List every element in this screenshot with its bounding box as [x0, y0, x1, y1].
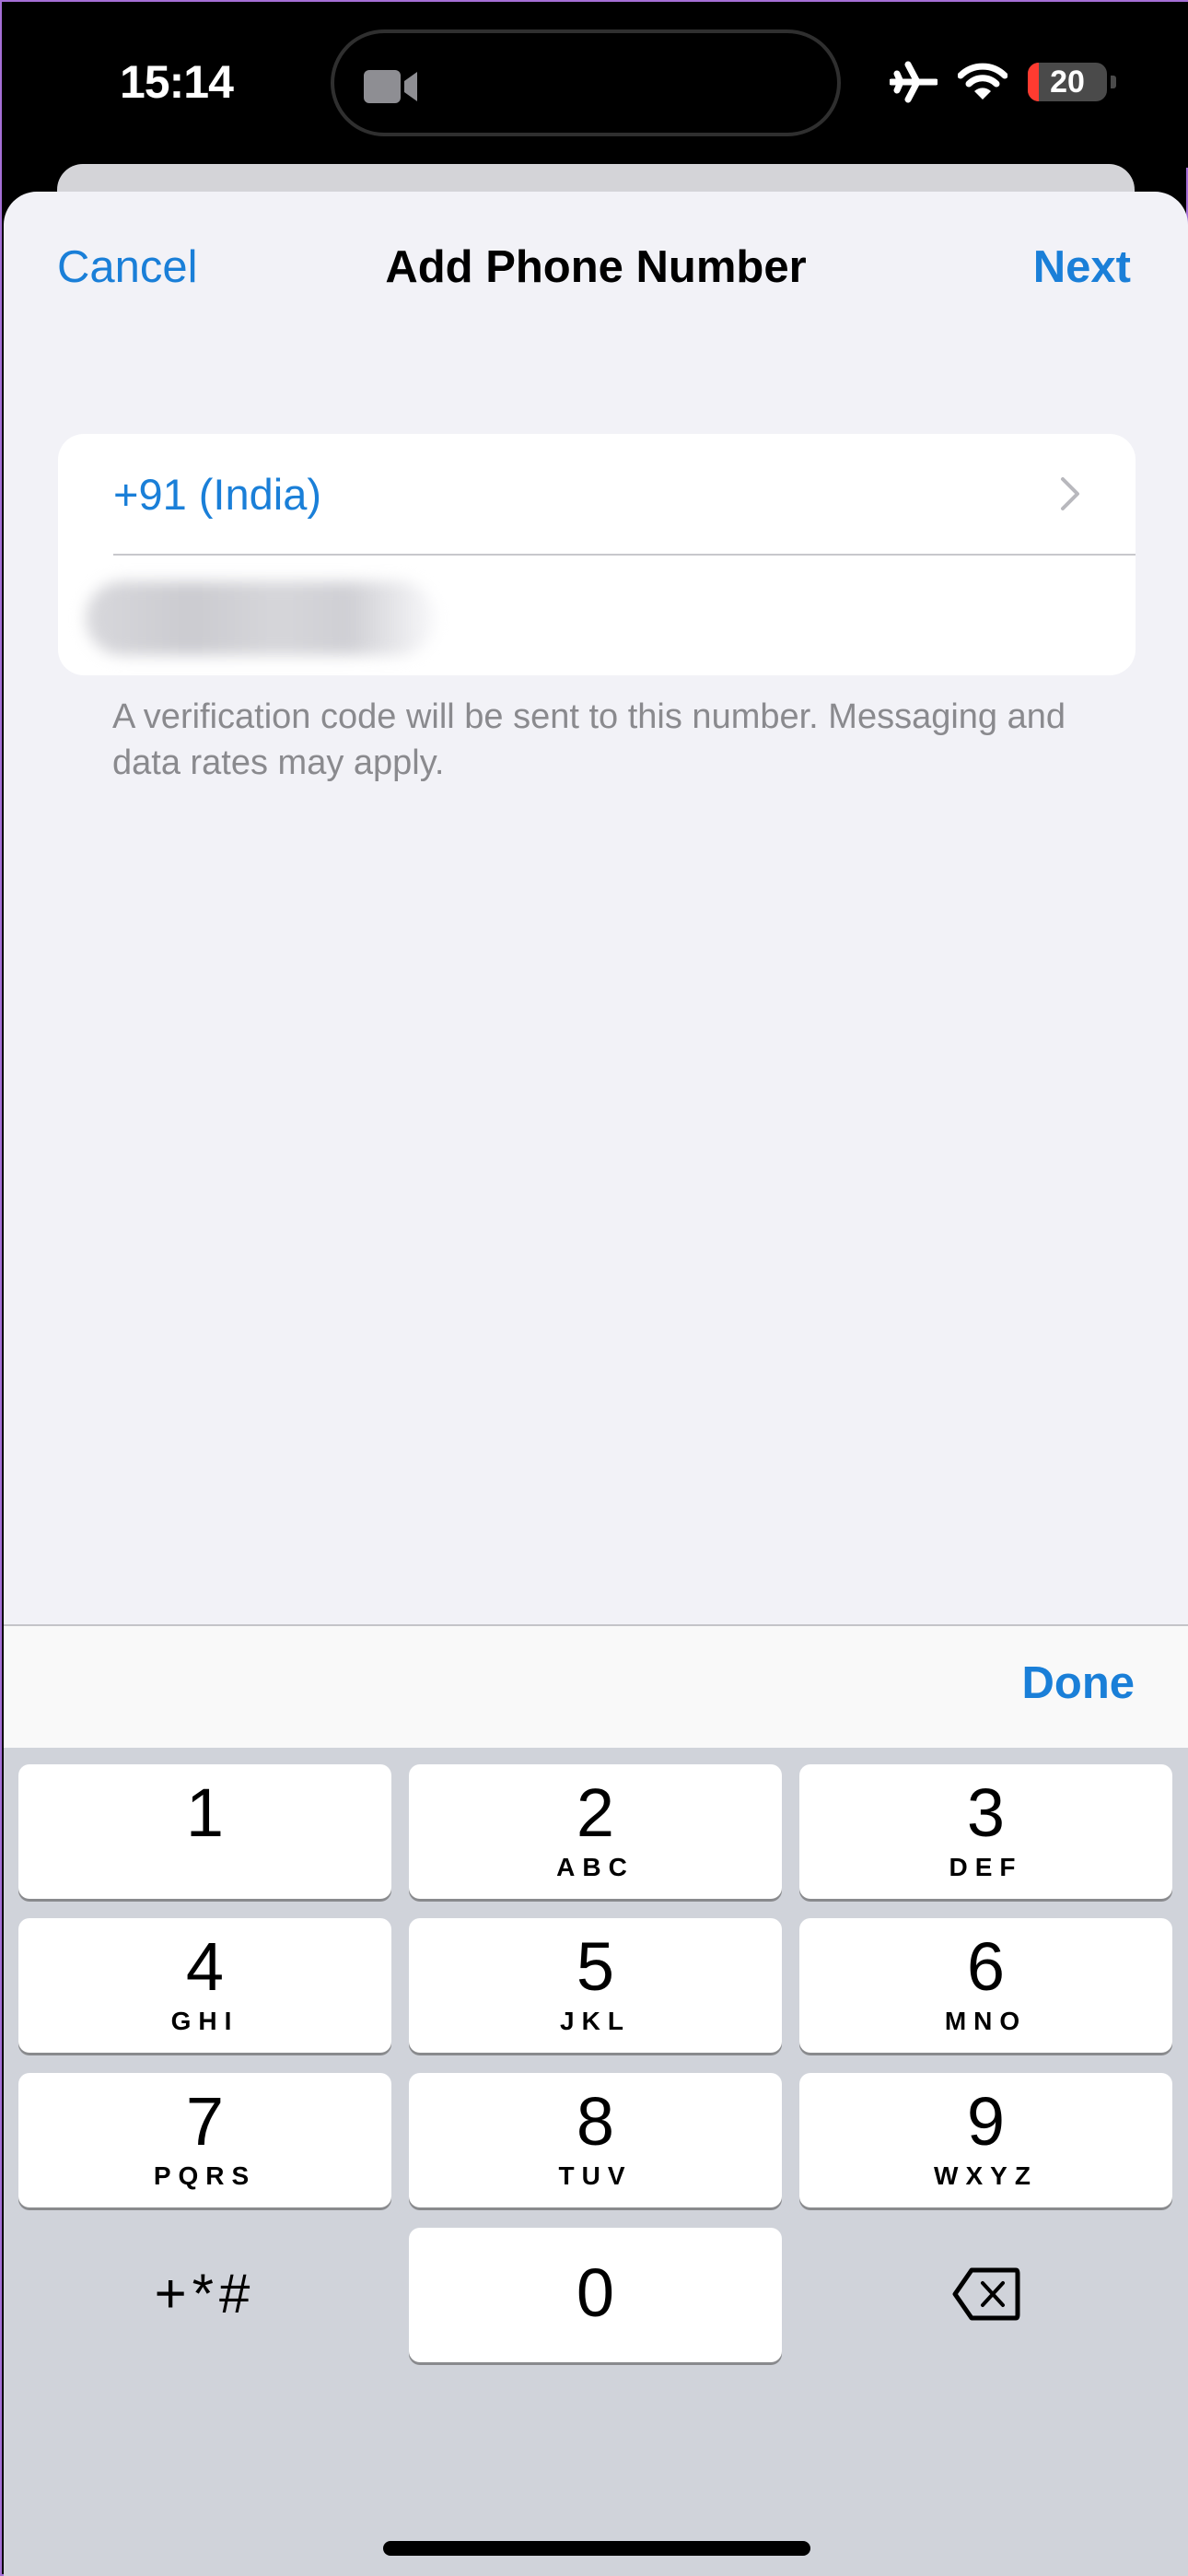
keyboard-toolbar: Done — [4, 1624, 1188, 1748]
dynamic-island[interactable] — [331, 29, 841, 136]
key-digit: 6 — [966, 1928, 1006, 2005]
key-5[interactable]: 5 JKL — [409, 1918, 782, 2053]
key-digit: 4 — [185, 1928, 225, 2005]
add-phone-sheet: Cancel Add Phone Number Next +91 (India)… — [4, 192, 1188, 2576]
key-3[interactable]: 3 DEF — [799, 1764, 1172, 1899]
key-4[interactable]: 4 GHI — [18, 1918, 391, 2053]
next-button[interactable]: Next — [1033, 241, 1131, 293]
key-letters: MNO — [944, 2007, 1028, 2035]
key-1[interactable]: 1 — [18, 1764, 391, 1899]
key-digit: 7 — [185, 2083, 225, 2160]
key-digit: 8 — [576, 2083, 615, 2160]
chevron-right-icon — [1061, 477, 1079, 510]
key-digit: 9 — [966, 2083, 1006, 2160]
key-letters: TUV — [558, 2161, 633, 2190]
key-digit: 2 — [576, 1774, 615, 1851]
key-digit: 5 — [576, 1928, 615, 2005]
key-letters: DEF — [949, 1853, 1023, 1881]
battery-percent: 20 — [1050, 64, 1085, 100]
key-digit: 3 — [966, 1774, 1006, 1851]
key-delete[interactable] — [799, 2227, 1172, 2361]
key-6[interactable]: 6 MNO — [799, 1918, 1172, 2053]
key-9[interactable]: 9 WXYZ — [799, 2073, 1172, 2207]
status-icons: 20 — [890, 61, 1116, 103]
phone-form-group: +91 (India) — [58, 434, 1136, 675]
row-divider — [113, 554, 1136, 556]
nav-bar: Cancel Add Phone Number Next — [4, 241, 1188, 315]
delete-backspace-icon — [952, 2267, 1019, 2321]
video-camera-icon — [364, 70, 417, 103]
key-letters: WXYZ — [934, 2161, 1038, 2190]
status-time: 15:14 — [120, 56, 234, 108]
airplane-mode-icon — [890, 61, 938, 103]
battery-cap — [1111, 76, 1116, 88]
key-letters: PQRS — [153, 2161, 257, 2190]
key-letters: JKL — [560, 2007, 631, 2035]
key-letters: GHI — [170, 2007, 239, 2035]
status-bar: 15:14 20 — [2, 2, 1188, 168]
country-code-selector[interactable]: +91 (India) — [58, 434, 1136, 554]
phone-number-input[interactable] — [86, 581, 454, 655]
key-8[interactable]: 8 TUV — [409, 2073, 782, 2207]
key-2[interactable]: 2 ABC — [409, 1764, 782, 1899]
redacted-phone-number — [86, 581, 436, 655]
wifi-icon — [958, 63, 1007, 100]
country-code-label: +91 (India) — [113, 469, 322, 519]
phone-keypad: +*# 1 2 ABC 3 DEF 4 GHI 5 JKL 6 MNO 7 PQRS 8 TUV 9 WXYZ 0 — [4, 1748, 1188, 2576]
battery-level — [1028, 63, 1040, 101]
key-7[interactable]: 7 PQRS — [18, 2073, 391, 2207]
done-button[interactable]: Done — [1022, 1657, 1136, 1709]
key-symbols[interactable]: +*# — [18, 2227, 391, 2361]
home-indicator[interactable] — [383, 2541, 810, 2556]
verification-note: A verification code will be sent to this… — [112, 697, 1066, 782]
battery-icon: 20 — [1028, 63, 1107, 101]
key-digit: 1 — [185, 1774, 225, 1851]
key-digit: 0 — [576, 2254, 615, 2331]
page-title: Add Phone Number — [385, 242, 807, 292]
key-letters: ABC — [556, 1853, 635, 1881]
symbols-label: +*# — [154, 2263, 256, 2324]
key-0[interactable]: 0 — [409, 2228, 782, 2362]
